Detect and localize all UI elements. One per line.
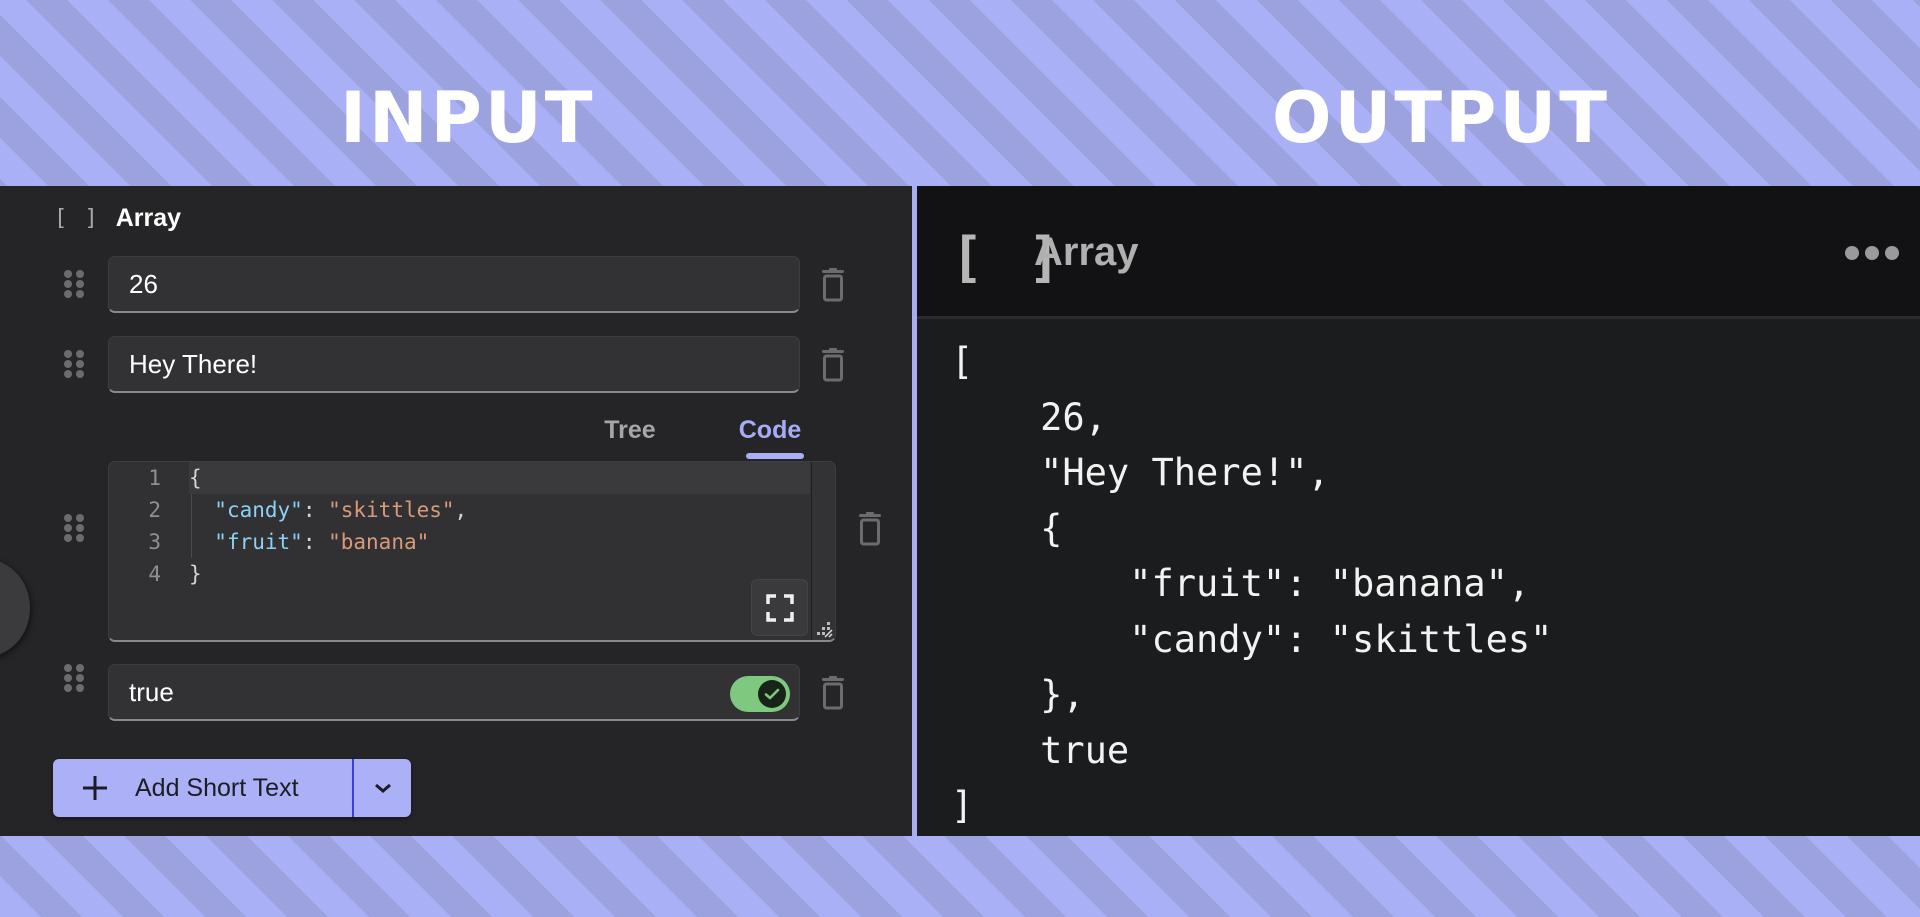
output-heading: OUTPUT [1272,77,1610,159]
code-token-punc: : [302,530,329,554]
editor-scrollbar[interactable] [811,462,835,640]
item-number-field[interactable]: 26 [108,256,800,313]
input-heading: INPUT [340,77,596,159]
array-label: Array [115,204,182,232]
fullscreen-button[interactable] [751,579,808,636]
trash-icon[interactable] [819,348,847,382]
output-json-line: [ [951,340,974,383]
trash-icon[interactable] [856,512,884,546]
code-text: { [189,462,202,494]
code-editor[interactable]: 1{2 "candy": "skittles", 3 "fruit": "bana… [108,461,836,642]
output-json-line: true [951,728,1130,772]
code-line: 2 "candy": "skittles", [109,494,467,526]
output-json-line: { [951,506,1063,550]
add-item-button-group: Add Short Text [53,759,411,817]
boolean-toggle[interactable] [730,676,790,712]
code-token-key: "candy" [214,498,303,522]
output-json: [ 26, "Hey There!", { "fruit": "banana",… [951,334,1552,834]
more-options-icon[interactable] [1845,246,1899,260]
trash-icon[interactable] [819,676,847,710]
output-array-label: Array [1034,230,1139,274]
output-json-line: "fruit": "banana", [951,562,1531,605]
code-text: "candy": "skittles", [189,494,467,526]
drag-handle-icon[interactable] [64,350,84,378]
add-short-text-button[interactable]: Add Short Text [53,759,352,817]
code-token-key: "fruit" [214,530,303,554]
code-token-punc: : [302,498,329,522]
output-json-line: }, [951,673,1085,716]
code-line: 1{ [109,462,201,494]
code-token-punc: , [454,498,468,522]
input-panel: [ ] Array 26 Hey There! Tree Code 1{2 "c… [0,186,912,836]
item-value: true [129,676,174,707]
line-number: 2 [148,498,161,522]
check-icon [764,688,780,700]
line-number: 3 [148,530,161,554]
side-handle[interactable] [0,559,30,657]
code-token-punc [189,530,214,554]
plus-icon [83,776,107,800]
item-boolean-field: true [108,664,800,721]
output-header: [ ] Array [917,186,1920,319]
brackets-icon: [ ] [54,206,100,231]
array-header: [ ] Array [54,204,181,233]
code-text: "fruit": "banana" [189,526,429,558]
code-line: 3 "fruit": "banana" [109,526,429,558]
add-button-label: Add Short Text [135,773,299,802]
code-token-punc [189,498,214,522]
tab-code[interactable]: Code [700,416,840,459]
item-text-field[interactable]: Hey There! [108,336,800,393]
line-number: 4 [148,562,161,586]
code-token-punc: { [189,466,202,490]
trash-icon[interactable] [819,268,847,302]
line-number: 1 [148,466,161,490]
item-value: Hey There! [129,348,258,379]
output-json-line: 26, [951,395,1107,439]
code-text: } [189,558,202,590]
output-panel: [ ] Array [ 26, "Hey There!", { "fruit":… [917,186,1920,836]
drag-handle-icon[interactable] [64,270,84,298]
output-json-line: ] [951,784,974,827]
expand-icon [765,593,794,622]
view-tabs: Tree Code [560,416,840,459]
resize-handle-icon[interactable] [813,618,833,638]
output-json-line: "Hey There!", [951,451,1330,494]
tab-tree[interactable]: Tree [560,416,700,459]
code-token-str: "banana" [328,530,430,554]
code-token-punc: } [189,562,202,586]
drag-handle-icon[interactable] [64,664,84,692]
toggle-knob [758,680,786,708]
add-type-dropdown-button[interactable] [352,759,411,817]
output-json-line: "candy": "skittles" [951,617,1553,661]
code-line: 4} [109,558,201,590]
drag-handle-icon[interactable] [64,514,84,542]
active-line-highlight [189,462,810,494]
item-value: 26 [129,268,158,299]
code-token-str: "skittles" [328,498,455,522]
chevron-down-icon [374,783,391,793]
